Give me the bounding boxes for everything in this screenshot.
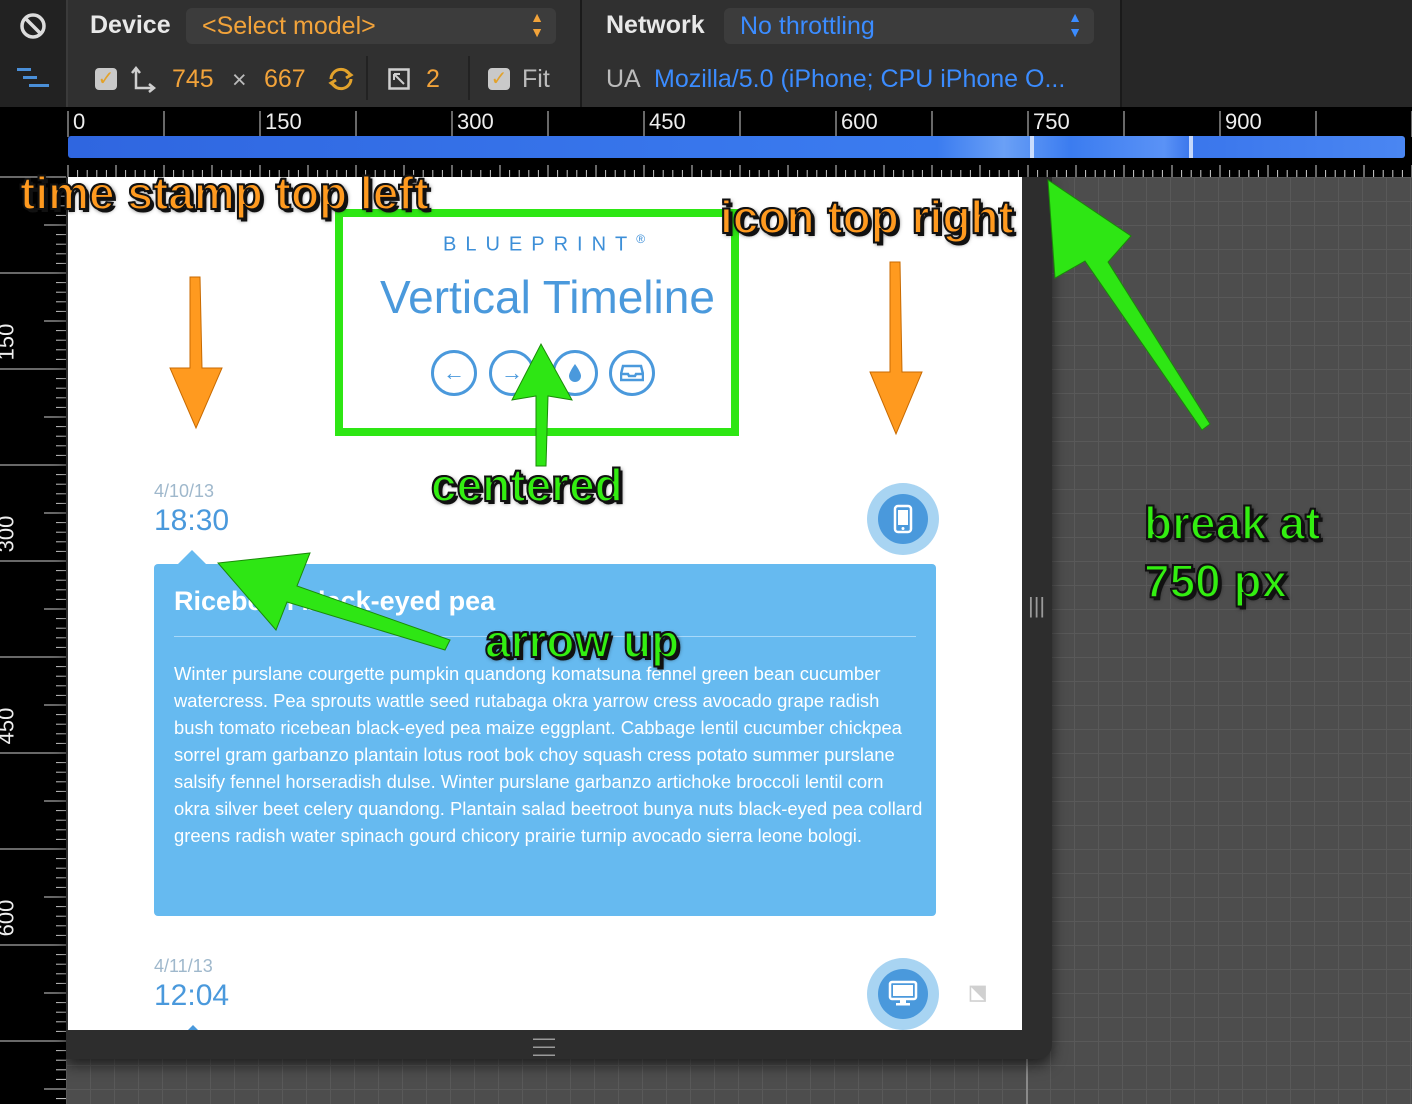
ruler-label: 300 [0, 515, 19, 553]
device-pixel-ratio-icon [388, 68, 410, 95]
model-select-value: <Select model> [202, 12, 376, 40]
emulated-page: BLUEPRINT® Vertical Timeline ← → 4/10/13… [68, 177, 1022, 1030]
annotation-centered: centered [430, 458, 624, 512]
media-queries-icon[interactable] [17, 66, 51, 95]
entry-date: 4/10/13 [154, 481, 215, 501]
entry-icon-ring [867, 483, 939, 555]
network-label: Network [606, 11, 705, 39]
throttling-select-value: No throttling [740, 12, 875, 40]
annotation-break-line1: break at [1143, 496, 1321, 550]
resolution-icon [130, 65, 157, 99]
select-arrows-icon: ▲ ▼ [530, 9, 544, 40]
device-pixel-ratio-value[interactable]: 2 [426, 65, 440, 94]
separator [468, 56, 470, 100]
next-arrow-icon[interactable]: → [489, 350, 535, 396]
ruler-label: 150 [265, 109, 302, 134]
ruler-label: 300 [457, 109, 494, 134]
card-body: Winter purslane courgette pumpkin quando… [174, 663, 923, 846]
media-query-bar[interactable] [68, 136, 1405, 158]
brand-logo: BLUEPRINT® [443, 232, 645, 257]
fit-label: Fit [522, 65, 550, 93]
entry-time: 12:04 [154, 979, 230, 1012]
device-group: Device <Select model> ▲ ▼ ✓ 745 × 667 2 ✓… [68, 0, 580, 107]
select-arrows-icon: ▲ ▼ [1068, 9, 1082, 40]
entry-date: 4/11/13 [154, 956, 213, 976]
card-arrow-up [183, 1025, 203, 1030]
width-value[interactable]: 745 [172, 65, 214, 94]
ua-label: UA [606, 65, 641, 93]
swap-dimensions-icon[interactable] [326, 64, 356, 99]
ruler-label: 600 [841, 109, 878, 134]
ruler-label: 600 [0, 899, 19, 937]
prev-arrow-icon[interactable]: ← [431, 350, 477, 396]
ruler-label: 750 [1033, 109, 1070, 134]
page-title: Vertical Timeline [380, 271, 715, 323]
annotation-icon-top-right: icon top right [719, 190, 1015, 244]
vertical-ruler: 150 300 450 600 [0, 107, 66, 1104]
tag-icon: ⬗ [956, 972, 997, 1013]
separator [366, 56, 368, 100]
ruler-label: 0 [73, 109, 86, 134]
device-label: Device [90, 11, 171, 39]
ruler-label: 150 [0, 323, 19, 361]
brand-mark: ® [636, 232, 646, 246]
resolution-checkbox[interactable]: ✓ [95, 68, 117, 90]
card-title: Ricebean black-eyed pea [174, 586, 496, 616]
separator [1120, 0, 1122, 107]
phone-icon [878, 494, 928, 544]
times-sign: × [232, 66, 247, 94]
ruler-label: 900 [1225, 109, 1262, 134]
resize-handle-right-icon[interactable]: ||| [1028, 593, 1045, 619]
media-query-breakpoint[interactable] [1030, 136, 1034, 158]
network-group: Network No throttling ▲ ▼ UA Mozilla/5.0 … [582, 0, 1120, 107]
fit-checkbox[interactable]: ✓ [488, 68, 510, 90]
media-query-breakpoint[interactable] [1189, 136, 1193, 158]
inbox-icon[interactable] [609, 350, 655, 396]
ruler-label: 450 [649, 109, 686, 134]
desktop-icon [878, 969, 928, 1019]
user-agent-value[interactable]: Mozilla/5.0 (iPhone; CPU iPhone O... [654, 65, 1065, 94]
toolbar-side-panel [0, 0, 68, 107]
annotation-break-line2: 750 px [1143, 554, 1288, 608]
entry-time: 18:30 [154, 504, 230, 537]
annotation-time-stamp: time stamp top left [19, 166, 430, 220]
model-select[interactable]: <Select model> ▲ ▼ [186, 8, 556, 44]
throttling-select[interactable]: No throttling ▲ ▼ [724, 8, 1094, 44]
brand-text: BLUEPRINT [443, 233, 637, 256]
ruler-label: 450 [0, 707, 19, 745]
resize-handle-bottom-icon[interactable]: — — — [533, 1027, 555, 1065]
annotation-arrow-up: arrow up [484, 614, 680, 668]
entry-icon-ring [867, 958, 939, 1030]
drop-icon[interactable] [552, 350, 598, 396]
height-value[interactable]: 667 [264, 65, 306, 94]
disable-icon[interactable] [18, 11, 48, 46]
devtools-toolbar: Device <Select model> ▲ ▼ ✓ 745 × 667 2 ✓… [0, 0, 1412, 108]
card-arrow-up [178, 550, 206, 564]
